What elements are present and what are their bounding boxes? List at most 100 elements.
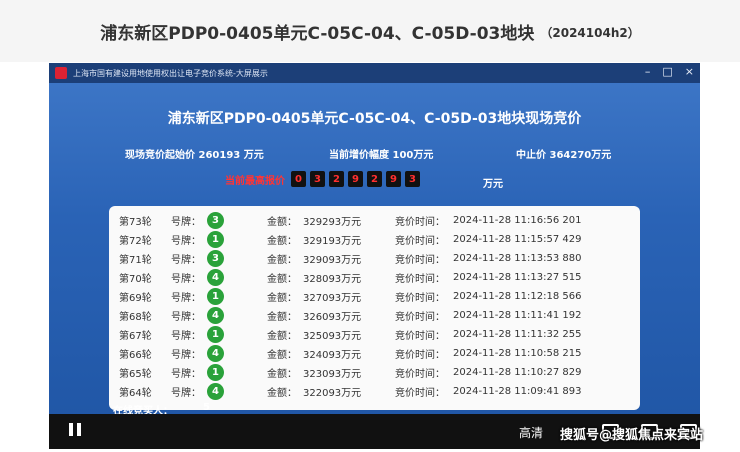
time-value: 2024-11-28 11:12:18 566: [453, 291, 582, 302]
amount-value: 329093万元: [303, 255, 362, 266]
plate-badge: 4: [207, 383, 224, 400]
plate-label: 号牌：: [171, 255, 201, 266]
amount-label: 金额：: [267, 331, 297, 342]
amount-label: 金额：: [267, 236, 297, 247]
plate-badge: 3: [207, 250, 224, 267]
time-value: 2024-11-28 11:15:57 429: [453, 234, 582, 245]
bid-row: 第67轮 号牌： 1 金额： 325093万元 竞价时间： 2024-11-28 11:11…: [119, 325, 634, 344]
amount-value: 329193万元: [303, 236, 362, 247]
bid-row: 第73轮 号牌： 3 金额： 329293万元 竞价时间： 2024-11-28 11:16…: [119, 211, 634, 230]
time-label: 竞价时间：: [395, 255, 445, 266]
round-label: 第71轮: [119, 255, 152, 266]
round-label: 第65轮: [119, 369, 152, 380]
bid-row: 第65轮 号牌： 1 金额： 323093万元 竞价时间： 2024-11-28 11:10…: [119, 363, 634, 382]
plate-label: 号牌：: [171, 388, 201, 399]
time-value: 2024-11-28 11:13:53 880: [453, 253, 582, 264]
time-label: 竞价时间：: [395, 331, 445, 342]
plate-badge: 1: [207, 364, 224, 381]
plate-label: 号牌：: [171, 217, 201, 228]
auction-title: 浦东新区PDP0-0405单元C-05C-04、C-05D-03地块现场竞价: [167, 111, 582, 127]
plate-label: 号牌：: [171, 274, 201, 285]
amount-value: 327093万元: [303, 293, 362, 304]
amount-label: 金额：: [267, 312, 297, 323]
amount-label: 金额：: [267, 350, 297, 361]
highest-label: 当前最高报价: [225, 175, 285, 187]
plate-cell: 1: [207, 364, 267, 381]
quality-button[interactable]: 高清: [519, 424, 543, 441]
digit: 2: [329, 171, 344, 187]
bid-list: 第73轮 号牌： 3 金额： 329293万元 竞价时间： 2024-11-28 11:16…: [119, 211, 634, 401]
plate-cell: 4: [207, 383, 267, 400]
plate-label: 号牌：: [171, 350, 201, 361]
plate-cell: 1: [207, 326, 267, 343]
digit: 3: [405, 171, 420, 187]
amount-label: 金额：: [267, 217, 297, 228]
time-label: 竞价时间：: [395, 293, 445, 304]
round-label: 第70轮: [119, 274, 152, 285]
digit: 2: [367, 171, 382, 187]
plate-cell: 4: [207, 269, 267, 286]
plate-badge: 4: [207, 307, 224, 324]
bid-history-panel: 第73轮 号牌： 3 金额： 329293万元 竞价时间： 2024-11-28 11:16…: [109, 206, 640, 410]
time-label: 竞价时间：: [395, 388, 445, 399]
time-label: 竞价时间：: [395, 236, 445, 247]
time-label: 竞价时间：: [395, 369, 445, 380]
amount-value: 329293万元: [303, 217, 362, 228]
page-title: 浦东新区PDP0-0405单元C-05C-04、C-05D-03地块: [100, 23, 535, 44]
page-subtitle: （2024104h2）: [540, 25, 640, 40]
bid-row: 第69轮 号牌： 1 金额： 327093万元 竞价时间： 2024-11-28 11:12…: [119, 287, 634, 306]
close-icon: ×: [684, 65, 694, 78]
time-value: 2024-11-28 11:11:32 255: [453, 329, 582, 340]
plate-cell: 4: [207, 307, 267, 324]
window-controls: – □ ×: [645, 65, 694, 78]
bid-row: 第71轮 号牌： 3 金额： 329093万元 竞价时间： 2024-11-28 11:13…: [119, 249, 634, 268]
plate-badge: 1: [207, 231, 224, 248]
plate-label: 号牌：: [171, 236, 201, 247]
bid-row: 第72轮 号牌： 1 金额： 329193万元 竞价时间： 2024-11-28 11:15…: [119, 230, 634, 249]
amount-value: 326093万元: [303, 312, 362, 323]
minimize-icon: –: [644, 65, 651, 78]
time-value: 2024-11-28 11:10:27 829: [453, 367, 582, 378]
plate-badge: 1: [207, 326, 224, 343]
plate-cell: 4: [207, 345, 267, 362]
plate-label: 号牌：: [171, 369, 201, 380]
round-label: 第69轮: [119, 293, 152, 304]
bid-row: 第70轮 号牌： 4 金额： 328093万元 竞价时间： 2024-11-28 11:13…: [119, 268, 634, 287]
amount-label: 金额：: [267, 293, 297, 304]
start-price: 现场竞价起始价 260193 万元: [125, 150, 264, 161]
plate-badge: 3: [207, 212, 224, 229]
time-value: 2024-11-28 11:10:58 215: [453, 348, 582, 359]
plate-label: 号牌：: [171, 312, 201, 323]
digit: 9: [386, 171, 401, 187]
amount-value: 322093万元: [303, 388, 362, 399]
amount-label: 金额：: [267, 274, 297, 285]
round-label: 第66轮: [119, 350, 152, 361]
maximize-icon: □: [662, 65, 673, 78]
pause-icon[interactable]: [69, 423, 81, 436]
time-label: 竞价时间：: [395, 312, 445, 323]
stop-price: 中止价 364270万元: [516, 150, 612, 161]
plate-badge: 1: [207, 288, 224, 305]
amount-label: 金额：: [267, 388, 297, 399]
window-titlebar: 上海市国有建设用地使用权出让电子竞价系统-大屏展示 – □ ×: [49, 63, 700, 83]
time-label: 竞价时间：: [395, 274, 445, 285]
plate-label: 号牌：: [171, 293, 201, 304]
plate-badge: 4: [207, 269, 224, 286]
plate-badge: 4: [207, 345, 224, 362]
highest-unit: 万元: [483, 179, 503, 190]
round-label: 第67轮: [119, 331, 152, 342]
round-label: 第68轮: [119, 312, 152, 323]
video-player[interactable]: 上海市国有建设用地使用权出让电子竞价系统-大屏展示 – □ × 浦东新区PDP0…: [49, 63, 700, 449]
highest-digits: 0 3 2 9 2 9 3: [291, 171, 420, 187]
time-value: 2024-11-28 11:13:27 515: [453, 272, 582, 283]
time-value: 2024-11-28 11:16:56 201: [453, 215, 582, 226]
round-label: 第73轮: [119, 217, 152, 228]
round-label: 第64轮: [119, 388, 152, 399]
bid-row: 第64轮 号牌： 4 金额： 322093万元 竞价时间： 2024-11-28 11:09…: [119, 382, 634, 401]
amount-label: 金额：: [267, 255, 297, 266]
time-label: 竞价时间：: [395, 217, 445, 228]
plate-cell: 1: [207, 288, 267, 305]
plate-cell: 1: [207, 231, 267, 248]
article-title-bar: 浦东新区PDP0-0405单元C-05C-04、C-05D-03地块 （2024…: [0, 0, 740, 62]
time-value: 2024-11-28 11:09:41 893: [453, 386, 582, 397]
